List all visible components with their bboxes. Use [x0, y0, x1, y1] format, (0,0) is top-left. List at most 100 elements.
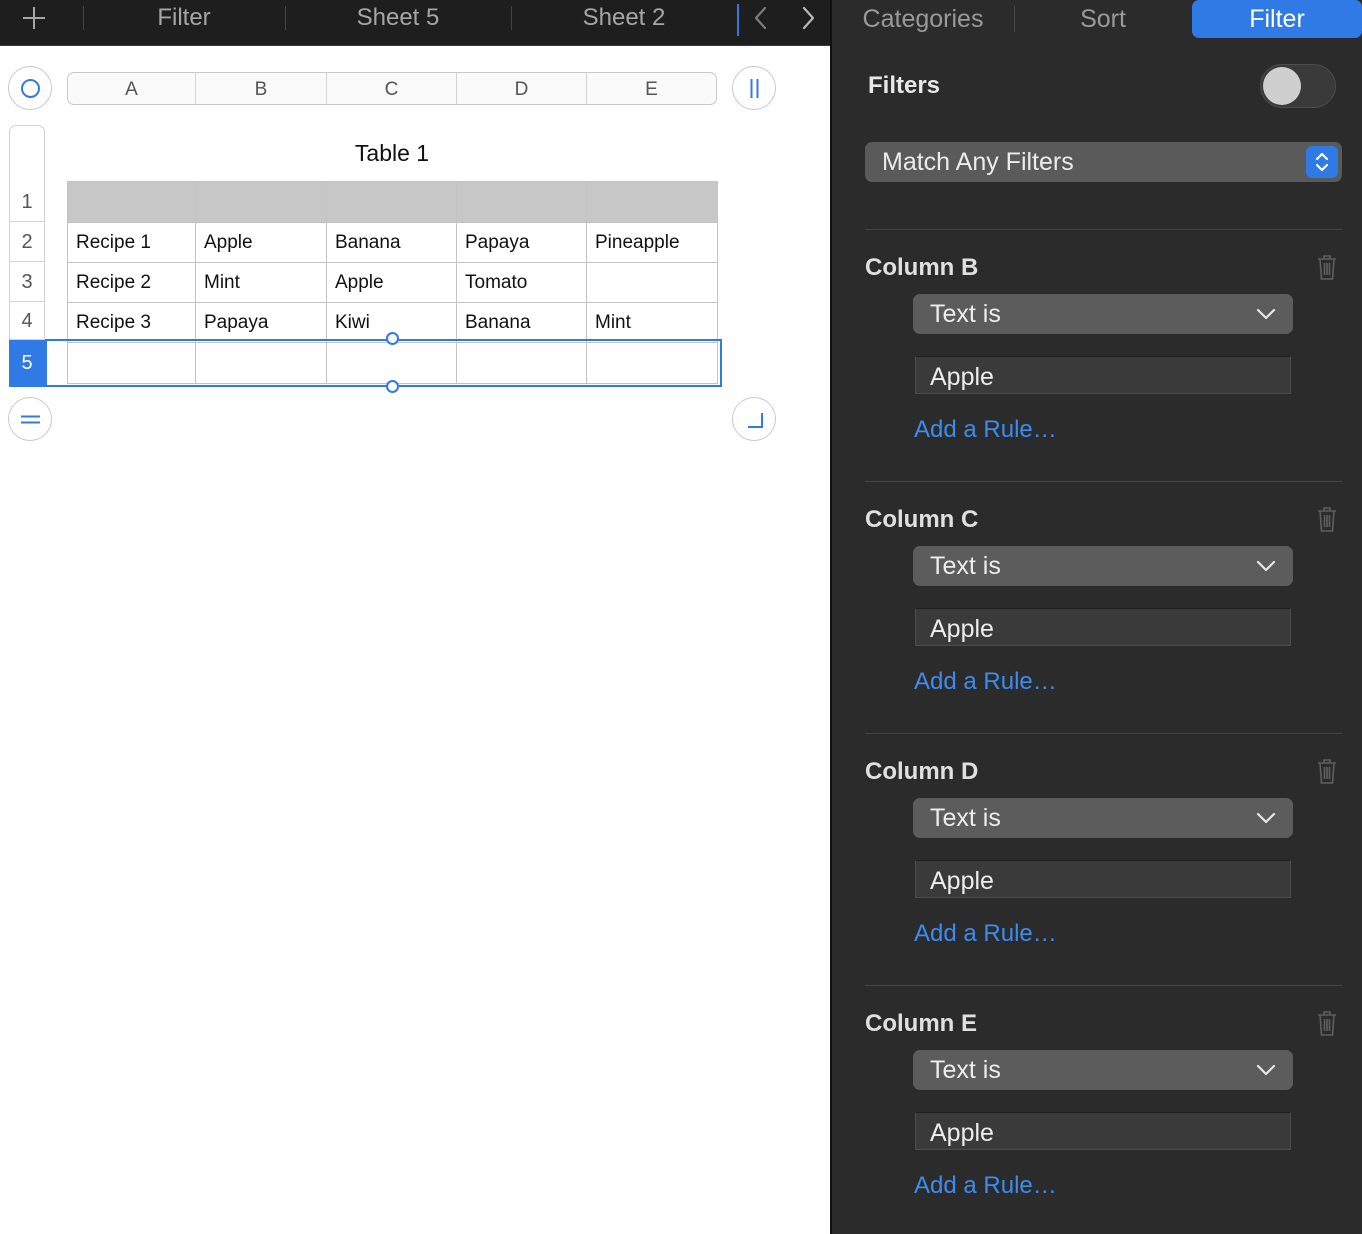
add-sheet-icon[interactable] [22, 6, 46, 30]
add-column-button[interactable] [732, 66, 776, 110]
table-cell[interactable]: Recipe 1 [67, 222, 196, 263]
add-row-button[interactable] [8, 397, 52, 441]
select-table-button[interactable] [8, 66, 52, 110]
table-cell[interactable]: Papaya [195, 302, 327, 343]
table-row-selected [67, 342, 718, 384]
filter-rule-column-d: Column D Text is Apple Add a Rule… [832, 734, 1362, 974]
table-cell[interactable]: Mint [586, 302, 718, 343]
trash-icon[interactable] [1316, 253, 1338, 281]
rule-value-text: Apple [930, 615, 994, 643]
column-header-e[interactable]: E [587, 73, 716, 104]
rule-condition-value: Text is [930, 1056, 1001, 1084]
filter-rule-column-b: Column B Text is Apple Add a Rule… [832, 230, 1362, 470]
filter-column-title: Column B [865, 254, 979, 281]
row-bars-icon [21, 415, 40, 424]
table-cell[interactable]: Recipe 2 [67, 262, 196, 303]
table-cell[interactable]: Papaya [456, 222, 587, 263]
chevron-down-icon [1256, 1064, 1276, 1076]
sheet-tab-bar: Filter Sheet 5 Sheet 2 [0, 0, 830, 46]
selection-resize-handle-top[interactable] [386, 332, 399, 345]
table-cell[interactable] [586, 342, 718, 384]
column-header-c[interactable]: C [327, 73, 457, 104]
row-header-4[interactable]: 4 [9, 302, 45, 340]
rule-value-text: Apple [930, 363, 994, 391]
rule-condition-select[interactable]: Text is [913, 546, 1293, 586]
filter-rule-column-e: Column E Text is Apple Add a Rule… [832, 986, 1362, 1226]
rule-condition-select[interactable]: Text is [913, 294, 1293, 334]
tab-sort[interactable]: Sort [1015, 0, 1191, 38]
selection-resize-handle-bottom[interactable] [386, 380, 399, 393]
rule-value-text: Apple [930, 1119, 994, 1147]
filter-column-title: Column D [865, 758, 979, 785]
sheet-tab-sheet-2[interactable]: Sheet 2 [512, 0, 736, 36]
organize-inspector-panel: Categories Sort Filter Filters Match Any… [830, 0, 1362, 1234]
filter-column-title: Column E [865, 1010, 977, 1037]
table-cell[interactable]: Apple [326, 262, 457, 303]
trash-icon[interactable] [1316, 757, 1338, 785]
sheet-tab-sheet-5[interactable]: Sheet 5 [286, 0, 510, 36]
table-cell[interactable]: Pineapple [586, 222, 718, 263]
column-header-b[interactable]: B [196, 73, 327, 104]
table-title[interactable]: Table 1 [67, 140, 717, 167]
add-rule-link[interactable]: Add a Rule… [914, 920, 1057, 948]
table-cell[interactable] [67, 181, 196, 223]
rule-value-field[interactable]: Apple [915, 608, 1291, 646]
chevron-down-icon [1256, 812, 1276, 824]
match-mode-value: Match Any Filters [882, 148, 1074, 176]
table-cell[interactable] [67, 342, 196, 384]
table-cell[interactable] [195, 342, 327, 384]
resize-table-button[interactable] [732, 397, 776, 441]
rule-condition-select[interactable]: Text is [913, 1050, 1293, 1090]
chevron-left-icon[interactable] [748, 5, 774, 31]
toggle-knob [1263, 67, 1301, 105]
table-cell[interactable] [586, 181, 718, 223]
table-cell[interactable] [326, 181, 457, 223]
add-rule-link[interactable]: Add a Rule… [914, 1172, 1057, 1200]
add-rule-link[interactable]: Add a Rule… [914, 668, 1057, 696]
table-cell[interactable] [195, 181, 327, 223]
circle-icon [21, 79, 40, 98]
chevron-right-icon[interactable] [795, 5, 821, 31]
filter-column-title: Column C [865, 506, 979, 533]
column-header-d[interactable]: D [457, 73, 587, 104]
table-row: Recipe 2 Mint Apple Tomato [67, 262, 718, 303]
rule-value-field[interactable]: Apple [915, 356, 1291, 394]
table-cell[interactable]: Banana [456, 302, 587, 343]
filters-toggle[interactable] [1260, 64, 1336, 108]
table-cell[interactable] [456, 181, 587, 223]
table-cell[interactable] [456, 342, 587, 384]
table-cell[interactable]: Tomato [456, 262, 587, 303]
match-mode-select[interactable]: Match Any Filters [865, 142, 1342, 182]
table-cell[interactable] [326, 342, 457, 384]
filters-heading: Filters [868, 72, 941, 99]
tab-filter[interactable]: Filter [1192, 0, 1362, 38]
table-cell[interactable]: Apple [195, 222, 327, 263]
row-header-2[interactable]: 2 [9, 222, 45, 262]
up-down-chevron-icon [1306, 146, 1338, 178]
corner-resize-icon [748, 413, 763, 428]
rule-condition-value: Text is [930, 300, 1001, 328]
tab-categories[interactable]: Categories [832, 0, 1014, 38]
rule-value-field[interactable]: Apple [915, 860, 1291, 898]
inspector-segmented-control: Categories Sort Filter [832, 0, 1362, 40]
add-rule-link[interactable]: Add a Rule… [914, 416, 1057, 444]
table-header-row [67, 181, 718, 223]
column-header-a[interactable]: A [68, 73, 196, 104]
sheet-tab-filter[interactable]: Filter [84, 0, 284, 36]
tab-drop-indicator [737, 4, 739, 36]
rule-value-field[interactable]: Apple [915, 1112, 1291, 1150]
table-cell[interactable]: Banana [326, 222, 457, 263]
trash-icon[interactable] [1316, 505, 1338, 533]
table-cell[interactable] [586, 262, 718, 303]
rule-condition-value: Text is [930, 552, 1001, 580]
rule-condition-select[interactable]: Text is [913, 798, 1293, 838]
table-cell[interactable]: Recipe 3 [67, 302, 196, 343]
row-header-corner [9, 125, 45, 182]
row-header-1[interactable]: 1 [9, 182, 45, 222]
sheet-canvas: Filter Sheet 5 Sheet 2 A B C D E Table 1… [0, 0, 830, 1234]
filter-rule-column-c: Column C Text is Apple Add a Rule… [832, 482, 1362, 722]
row-header-5-selected[interactable]: 5 [9, 340, 45, 387]
trash-icon[interactable] [1316, 1009, 1338, 1037]
table-cell[interactable]: Mint [195, 262, 327, 303]
row-header-3[interactable]: 3 [9, 262, 45, 302]
